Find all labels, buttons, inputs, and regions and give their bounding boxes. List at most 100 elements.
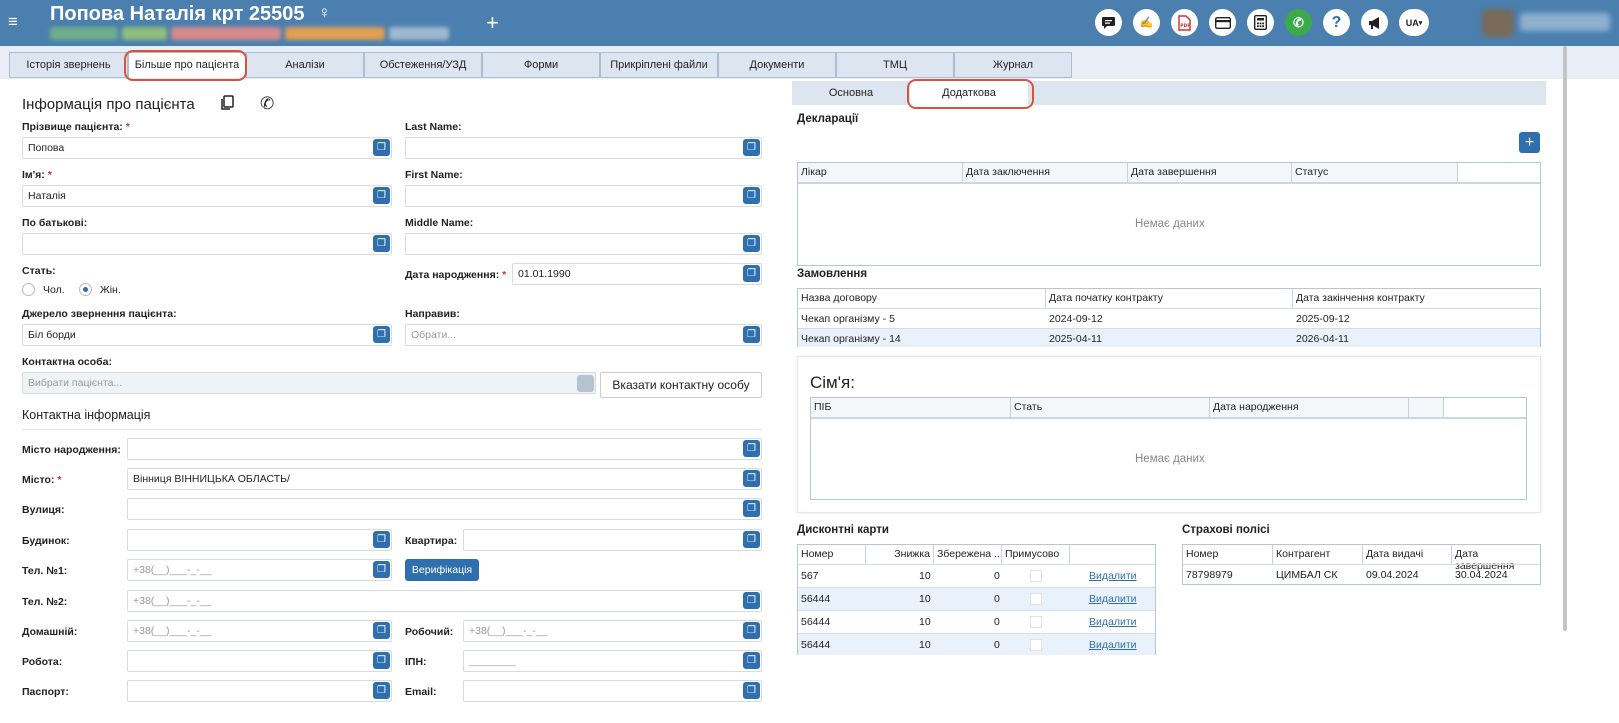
copy-button[interactable]: ❐ [743,500,760,517]
delete-link[interactable]: Видалити [1089,570,1137,582]
column-header[interactable]: Дата народження [1210,398,1409,417]
copy-button[interactable]: ❐ [743,622,760,639]
table-row[interactable]: Чекап організму - 5 2024-09-12 2025-09-1… [798,308,1540,328]
copy-button[interactable]: ❐ [743,470,760,487]
column-header[interactable]: Збережена ... [934,545,1002,564]
subtab-main[interactable]: Основна [792,81,910,105]
apartment-field[interactable] [463,529,762,551]
table-row[interactable]: Чекап організму - 14 2025-04-11 2026-04-… [798,328,1540,347]
surname-field[interactable]: Попова [22,137,392,159]
copy-button[interactable]: ❐ [743,326,760,343]
add-icon[interactable]: + [486,10,499,36]
dob-field[interactable]: 01.01.1990 [512,263,762,285]
contact-person-select[interactable]: Вибрати пацієнта... [22,372,596,394]
column-header[interactable]: Дата видачі [1363,545,1452,564]
firstname-field[interactable] [405,185,762,207]
tab-more-about-patient[interactable]: Більше про пацієнта [128,52,246,78]
copy-button[interactable]: ❐ [373,139,390,156]
signature-icon[interactable]: ✍ [1133,9,1160,36]
patronymic-field[interactable] [22,233,392,255]
specify-contact-person-button[interactable]: Вказати контактну особу [600,372,762,398]
calculator-icon[interactable] [1247,9,1274,36]
table-row[interactable]: 56444 10 0 Видалити [798,587,1155,610]
middlename-field[interactable] [405,233,762,255]
tin-field[interactable]: ________ [463,650,762,672]
column-header[interactable]: Дата завершення [1128,163,1292,182]
help-icon[interactable]: ? [1323,9,1350,36]
delete-link[interactable]: Видалити [1089,593,1137,605]
city-field[interactable]: Вінниця ВІННИЦЬКА ОБЛАСТЬ/ [127,468,762,490]
work-phone-field[interactable]: +38(__)___-_-__ [463,620,762,642]
copy-button[interactable]: ❐ [373,326,390,343]
tab-examinations[interactable]: Обстеження/УЗД [364,52,482,78]
select-button[interactable] [577,375,594,392]
table-row[interactable]: 56444 10 0 Видалити [798,633,1155,655]
passport-field[interactable] [127,680,392,702]
pdf-icon[interactable]: PDF [1171,9,1198,36]
tel1-field[interactable]: +38(__)___-_-__ [127,559,392,581]
table-row[interactable]: 56444 10 0 Видалити [798,610,1155,633]
avatar[interactable] [1482,9,1514,37]
tab-journal[interactable]: Журнал [954,52,1072,78]
job-field[interactable] [127,650,392,672]
tel2-field[interactable]: +38(__)___-_-__ [127,590,762,612]
column-header[interactable]: Стать [1011,398,1210,417]
copy-button[interactable]: ❐ [373,531,390,548]
street-field[interactable] [127,498,762,520]
house-field[interactable] [127,529,392,551]
column-header[interactable]: Знижка [866,545,934,564]
copy-button[interactable]: ❐ [743,652,760,669]
tab-analyses[interactable]: Аналізи [246,52,364,78]
menu-icon[interactable]: ≡ [8,12,18,32]
delete-link[interactable]: Видалити [1089,616,1137,628]
language-selector[interactable]: UA ▾ [1399,9,1429,36]
tab-inventory[interactable]: ТМЦ [836,52,954,78]
copy-button[interactable]: ❐ [743,592,760,609]
email-field[interactable] [463,680,762,702]
forced-checkbox[interactable] [1030,593,1042,605]
radio-male[interactable] [22,283,35,296]
column-header[interactable]: Номер [798,545,866,564]
phone-call-icon[interactable]: ✆ [260,94,274,114]
verification-button[interactable]: Верифікація [405,559,479,581]
copy-icon[interactable] [220,95,235,114]
delete-link[interactable]: Видалити [1089,639,1137,651]
chat-icon[interactable] [1095,9,1122,36]
column-header[interactable]: ПІБ [811,398,1011,417]
column-header[interactable] [1409,398,1444,417]
copy-button[interactable]: ❐ [743,139,760,156]
copy-button[interactable]: ❐ [743,235,760,252]
copy-button[interactable]: ❐ [373,235,390,252]
referred-select[interactable]: Обрати... [405,324,762,346]
subtab-additional[interactable]: Додаткова [910,81,1028,105]
name-field[interactable]: Наталія [22,185,392,207]
home-phone-field[interactable]: +38(__)___-_-__ [127,620,392,642]
copy-button[interactable]: ❐ [373,682,390,699]
column-header[interactable]: Номер [1183,545,1273,564]
forced-checkbox[interactable] [1030,616,1042,628]
copy-button[interactable]: ❐ [743,531,760,548]
column-header[interactable]: Контрагент [1273,545,1363,564]
phone-icon[interactable]: ✆ [1285,9,1312,36]
table-row[interactable]: 567 10 0 Видалити [798,564,1155,587]
forced-checkbox[interactable] [1030,639,1042,651]
copy-button[interactable]: ❐ [373,561,390,578]
column-header[interactable]: Статус [1292,163,1458,182]
copy-button[interactable]: ❐ [373,652,390,669]
source-field[interactable]: Біл борди [22,324,392,346]
tab-history[interactable]: Історія звернень [9,52,128,78]
column-header[interactable]: Дата заключення [963,163,1128,182]
copy-button[interactable]: ❐ [743,187,760,204]
column-header[interactable]: Лікар [798,163,963,182]
tab-documents[interactable]: Документи [718,52,836,78]
megaphone-icon[interactable] [1361,9,1388,36]
copy-button[interactable]: ❐ [373,622,390,639]
column-header[interactable]: Дата закінчення контракту [1293,289,1540,308]
birthplace-field[interactable] [127,438,762,460]
copy-button[interactable]: ❐ [743,682,760,699]
card-icon[interactable] [1209,9,1236,36]
copy-button[interactable]: ❐ [743,440,760,457]
copy-button[interactable]: ❐ [743,265,760,282]
add-declaration-button[interactable]: + [1519,132,1540,153]
tab-attached-files[interactable]: Прикріплені файли [600,52,718,78]
